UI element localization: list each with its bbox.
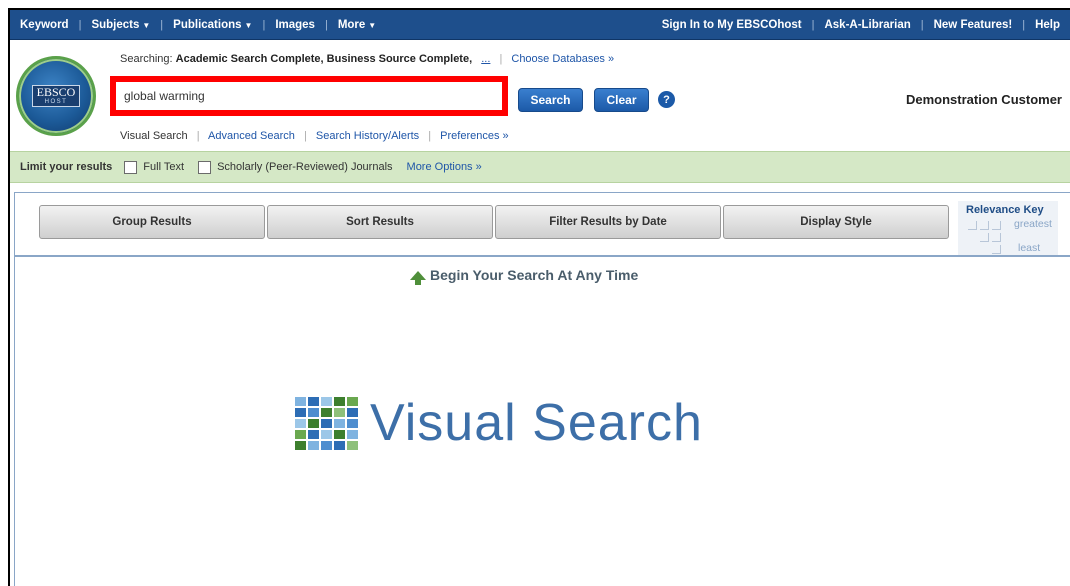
search-box-highlight bbox=[110, 76, 508, 116]
preferences-link[interactable]: Preferences » bbox=[440, 130, 508, 142]
page-frame: Keyword | Subjects ▼ | Publications ▼ | Im… bbox=[8, 8, 1070, 586]
logo-plate: EBSCO HOST bbox=[32, 85, 80, 107]
search-mode-links: Visual Search | Advanced Search | Search… bbox=[120, 130, 509, 142]
nav-more[interactable]: More ▼ bbox=[328, 19, 386, 31]
results-toolbar: Group Results Sort Results Filter Result… bbox=[39, 205, 951, 239]
separator: | bbox=[499, 53, 503, 65]
nav-ask-librarian[interactable]: Ask-A-Librarian bbox=[814, 19, 920, 31]
limit-title: Limit your results bbox=[20, 161, 113, 173]
group-results-button[interactable]: Group Results bbox=[39, 205, 265, 239]
begin-search-message: Begin Your Search At Any Time bbox=[410, 267, 639, 285]
nav-subjects[interactable]: Subjects ▼ bbox=[81, 19, 160, 31]
search-history-link[interactable]: Search History/Alerts bbox=[316, 130, 419, 142]
visual-search-logo: Visual Search bbox=[295, 393, 703, 453]
separator: | bbox=[428, 130, 432, 142]
search-button[interactable]: Search bbox=[518, 88, 583, 112]
chevron-down-icon: ▼ bbox=[244, 20, 253, 30]
full-text-label: Full Text bbox=[143, 161, 185, 173]
full-text-option[interactable]: Full Text bbox=[124, 160, 185, 174]
nav-publications-label: Publications bbox=[173, 18, 242, 31]
relevance-greatest: greatest bbox=[1014, 218, 1052, 230]
scholarly-label: Scholarly (Peer-Reviewed) Journals bbox=[217, 161, 393, 173]
relevance-square-icon bbox=[992, 233, 1001, 242]
nav-keyword[interactable]: Keyword bbox=[10, 19, 79, 31]
relevance-key: Relevance Key greatest least bbox=[958, 201, 1058, 255]
results-panel: Group Results Sort Results Filter Result… bbox=[14, 192, 1070, 586]
relevance-square-icon bbox=[992, 245, 1001, 254]
more-databases-link[interactable]: ... bbox=[481, 53, 490, 65]
relevance-square-icon bbox=[992, 221, 1001, 230]
top-nav: Keyword | Subjects ▼ | Publications ▼ | Im… bbox=[10, 10, 1070, 40]
nav-more-label: More bbox=[337, 18, 366, 31]
help-icon[interactable]: ? bbox=[658, 91, 675, 108]
search-header: EBSCO HOST Searching: Academic Search Co… bbox=[10, 41, 1070, 153]
begin-search-text: Begin Your Search At Any Time bbox=[430, 267, 639, 283]
separator: | bbox=[303, 130, 307, 142]
up-arrow-icon bbox=[410, 270, 426, 285]
searching-databases: Searching: Academic Search Complete, Bus… bbox=[120, 53, 614, 65]
choose-databases-link[interactable]: Choose Databases » bbox=[511, 53, 614, 65]
relevance-key-title: Relevance Key bbox=[966, 204, 1044, 216]
relevance-square-icon bbox=[968, 221, 977, 230]
scholarly-checkbox[interactable] bbox=[198, 160, 212, 174]
nav-new-features[interactable]: New Features! bbox=[924, 19, 1023, 31]
sort-results-button[interactable]: Sort Results bbox=[267, 205, 493, 239]
visual-search-link[interactable]: Visual Search bbox=[120, 130, 188, 142]
chevron-down-icon: ▼ bbox=[368, 20, 377, 30]
relevance-least: least bbox=[1018, 242, 1041, 254]
relevance-square-icon bbox=[980, 233, 989, 242]
mosaic-icon bbox=[295, 396, 358, 450]
filter-date-button[interactable]: Filter Results by Date bbox=[495, 205, 721, 239]
display-style-button[interactable]: Display Style bbox=[723, 205, 949, 239]
separator: | bbox=[196, 130, 200, 142]
search-input[interactable] bbox=[116, 82, 502, 110]
visual-search-title: Visual Search bbox=[370, 394, 703, 452]
advanced-search-link[interactable]: Advanced Search bbox=[208, 130, 295, 142]
full-text-checkbox[interactable] bbox=[124, 160, 138, 174]
chevron-down-icon: ▼ bbox=[142, 20, 151, 30]
panel-divider bbox=[15, 255, 1070, 257]
more-options-link[interactable]: More Options » bbox=[407, 161, 482, 173]
clear-button[interactable]: Clear bbox=[594, 88, 649, 112]
nav-help[interactable]: Help bbox=[1025, 19, 1070, 31]
logo-subtext: HOST bbox=[44, 99, 68, 105]
nav-subjects-label: Subjects bbox=[91, 18, 140, 31]
nav-sign-in[interactable]: Sign In to My EBSCOhost bbox=[652, 19, 812, 31]
searching-label: Searching: bbox=[120, 53, 173, 65]
limit-results-bar: Limit your results Full Text Scholarly (… bbox=[10, 151, 1070, 183]
ebsco-logo[interactable]: EBSCO HOST bbox=[16, 56, 96, 136]
nav-publications[interactable]: Publications ▼ bbox=[163, 19, 262, 31]
database-list: Academic Search Complete, Business Sourc… bbox=[175, 53, 473, 65]
relevance-square-icon bbox=[980, 221, 989, 230]
nav-images[interactable]: Images bbox=[265, 19, 325, 31]
scholarly-option[interactable]: Scholarly (Peer-Reviewed) Journals bbox=[198, 160, 393, 174]
customer-name: Demonstration Customer bbox=[905, 92, 1062, 107]
logo-text: EBSCO bbox=[36, 85, 76, 99]
